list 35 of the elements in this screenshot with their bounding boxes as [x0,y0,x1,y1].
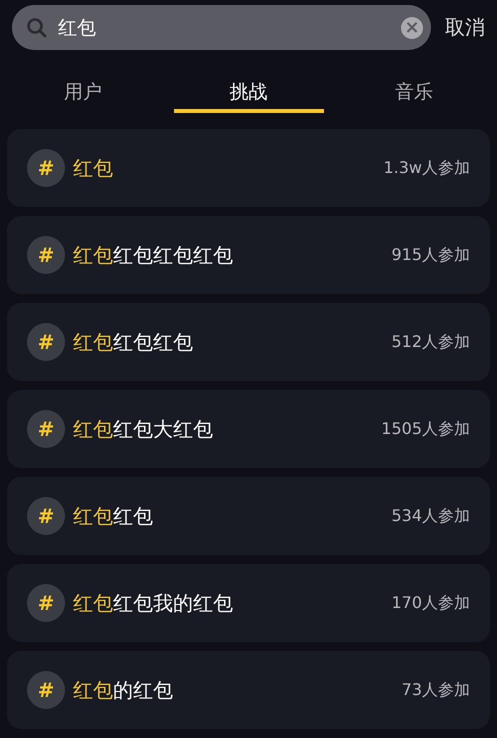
challenge-card[interactable]: # 红包红包 534人参加 [7,477,490,555]
challenge-card[interactable]: # 红包红包红包红包 915人参加 [7,216,490,294]
challenge-card[interactable]: # 红包的红包 73人参加 [7,651,490,729]
tab[interactable]: 用户 [8,60,158,113]
challenge-card[interactable]: # 红包红包红包 512人参加 [7,303,490,381]
participant-count: 512人参加 [391,332,470,352]
participant-count: 1.3w人参加 [383,158,470,178]
participant-count: 170人参加 [391,592,470,614]
challenge-title: 红包 [73,154,114,182]
challenge-card[interactable]: # 红包红包我的红包 170人参加 [7,564,490,642]
search-field[interactable]: 红包 × [12,5,431,50]
hashtag-icon: # [27,671,65,709]
challenge-card[interactable]: # 红包红包大红包 1505人参加 [7,390,490,468]
hashtag-icon: # [27,149,65,187]
participant-count: 1505人参加 [381,418,470,440]
challenge-title: 红包红包红包红包 [73,242,234,268]
hashtag-icon: # [27,497,65,535]
challenge-title: 红包的红包 [73,676,174,704]
participant-count: 534人参加 [391,506,470,526]
hashtag-icon: # [27,584,65,622]
tab[interactable]: 音乐 [339,60,490,113]
search-icon [26,16,48,38]
challenge-card[interactable]: # 红包 1.3w人参加 [7,129,490,207]
participant-count: 73人参加 [402,680,470,700]
search-text: 红包 [58,16,97,40]
challenge-title: 红包红包大红包 [73,416,214,442]
participant-count: 915人参加 [391,244,470,266]
challenge-title: 红包红包 [73,502,154,530]
hashtag-icon: # [27,410,65,448]
hashtag-icon: # [27,236,65,274]
tab[interactable]: 挑战 [174,60,324,113]
challenge-title: 红包红包我的红包 [73,590,234,616]
hashtag-icon: # [27,323,65,361]
challenge-title: 红包红包红包 [73,328,194,356]
cancel-button[interactable]: 取消 [445,14,485,41]
